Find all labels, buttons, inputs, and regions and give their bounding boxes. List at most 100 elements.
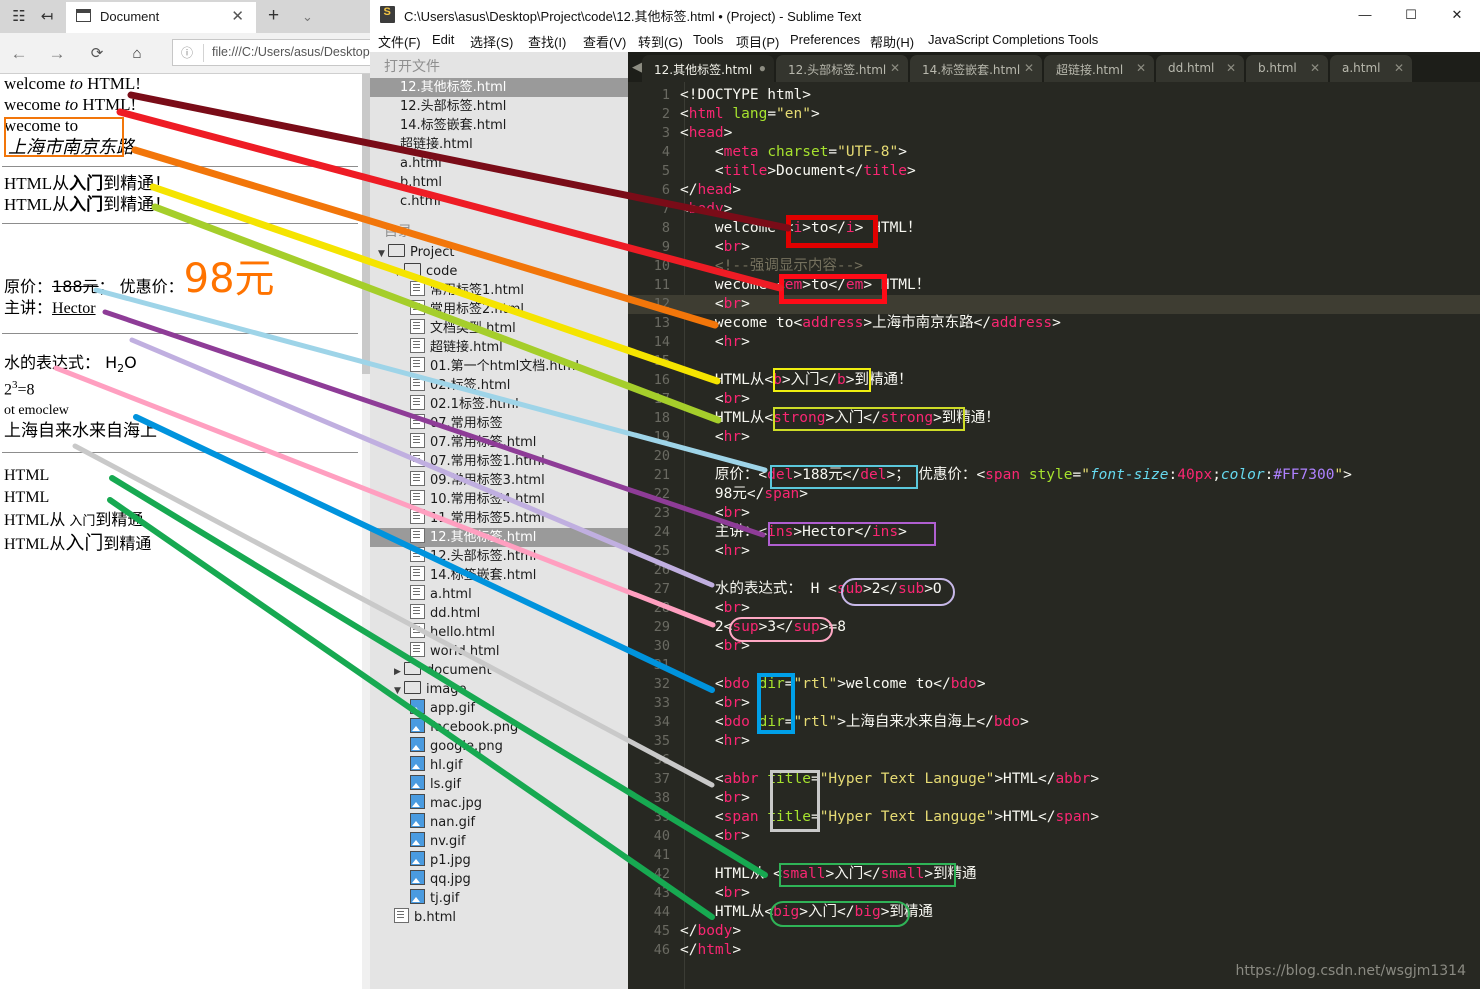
- code-line[interactable]: 45 </body>: [628, 922, 1480, 941]
- code-line[interactable]: 33 <br>: [628, 694, 1480, 713]
- info-icon[interactable]: ⓘ: [181, 44, 193, 61]
- code-line[interactable]: 40 <br>: [628, 827, 1480, 846]
- set-tabs-aside-icon[interactable]: ↤: [36, 6, 58, 28]
- code-line[interactable]: 5 <title>Document</title>: [628, 162, 1480, 181]
- sidebar[interactable]: 打开文件 12.其他标签.html 12.头部标签.html 14.标签嵌套.htm…: [370, 52, 628, 989]
- code-line[interactable]: 9 <br>: [628, 238, 1480, 257]
- code-line[interactable]: 19 <hr>: [628, 428, 1480, 447]
- file-item[interactable]: 文档类型.html: [370, 319, 628, 338]
- open-file-item[interactable]: 12.头部标签.html: [370, 97, 628, 116]
- file-item[interactable]: google.png: [370, 737, 628, 756]
- code-line[interactable]: 43 <br>: [628, 884, 1480, 903]
- menu-item-8[interactable]: Preferences: [790, 32, 860, 47]
- code-line[interactable]: 20: [628, 447, 1480, 466]
- code-line[interactable]: 42 HTML从 <small>入门</small>到精通: [628, 865, 1480, 884]
- code-line[interactable]: 8 welcome <i>to</i> HTML！: [628, 219, 1480, 238]
- code-line[interactable]: 21 原价：<del>188元</del>； 优惠价：<span style="…: [628, 466, 1480, 485]
- new-tab-button[interactable]: +: [268, 6, 279, 25]
- file-item[interactable]: p1.jpg: [370, 851, 628, 870]
- code-line[interactable]: 24 主讲：<ins>Hector</ins>: [628, 523, 1480, 542]
- editor-tab-0[interactable]: 12.其他标签.html ●: [642, 55, 774, 82]
- folder-item[interactable]: ▶ document: [370, 661, 628, 680]
- file-item[interactable]: 01.第一个html文档.html: [370, 357, 628, 376]
- code-line[interactable]: 15: [628, 352, 1480, 371]
- close-icon[interactable]: ✕: [1394, 61, 1404, 75]
- close-button[interactable]: ✕: [1434, 0, 1480, 30]
- file-item[interactable]: 02.1标签.html: [370, 395, 628, 414]
- file-item[interactable]: 02.标签.html: [370, 376, 628, 395]
- menu-item-0[interactable]: 文件(F): [378, 32, 421, 51]
- file-item[interactable]: hl.gif: [370, 756, 628, 775]
- code-line[interactable]: 10 <!--强调显示内容-->: [628, 257, 1480, 276]
- code-line[interactable]: 37 <abbr title="Hyper Text Languge">HTML…: [628, 770, 1480, 789]
- open-file-item[interactable]: 14.标签嵌套.html: [370, 116, 628, 135]
- code-line[interactable]: 44 HTML从<big>入门</big>到精通: [628, 903, 1480, 922]
- menu-item-10[interactable]: JavaScript Completions Tools: [928, 32, 1098, 47]
- file-item[interactable]: tj.gif: [370, 889, 628, 908]
- file-item[interactable]: 07.常用标签1.html: [370, 452, 628, 471]
- close-icon[interactable]: ✕: [890, 61, 900, 75]
- address-bar[interactable]: ⓘ file:///C:/Users/asus/Desktop,: [172, 39, 370, 66]
- open-file-item[interactable]: b.html: [370, 173, 628, 192]
- open-file-item[interactable]: a.html: [370, 154, 628, 173]
- tab-preview-icon[interactable]: ☷: [8, 6, 30, 28]
- open-file-item[interactable]: 超链接.html: [370, 135, 628, 154]
- maximize-button[interactable]: ☐: [1388, 0, 1434, 30]
- open-file-item[interactable]: c.html: [370, 192, 628, 211]
- file-item[interactable]: a.html: [370, 585, 628, 604]
- editor-tab-1[interactable]: 12.头部标签.html ✕: [776, 55, 908, 82]
- open-file-item[interactable]: 12.其他标签.html: [370, 78, 628, 97]
- file-item[interactable]: 14.标签嵌套.html: [370, 566, 628, 585]
- menu-item-3[interactable]: 查找(I): [528, 32, 566, 51]
- close-icon[interactable]: ✕: [1136, 61, 1146, 75]
- menu-item-2[interactable]: 选择(S): [470, 32, 513, 51]
- menu-item-5[interactable]: 转到(G): [638, 32, 683, 51]
- code-line[interactable]: 13 wecome to<address>上海市南京东路</address>: [628, 314, 1480, 333]
- home-icon[interactable]: ⌂: [124, 41, 150, 67]
- menu-item-9[interactable]: 帮助(H): [870, 32, 914, 51]
- menu-item-1[interactable]: Edit: [432, 32, 454, 47]
- file-item[interactable]: hello.html: [370, 623, 628, 642]
- code-line[interactable]: 34 <bdo dir="rtl">上海自来水来自海上</bdo>: [628, 713, 1480, 732]
- folder-item[interactable]: ▼ image: [370, 680, 628, 699]
- folder-tree[interactable]: ▼ Project ▼ code 常用标签1.html 常用标签2.html 文档类型.ht…: [370, 243, 628, 927]
- code-line[interactable]: 17 <br>: [628, 390, 1480, 409]
- close-icon[interactable]: ✕: [1226, 61, 1236, 75]
- code-line[interactable]: 14 <hr>: [628, 333, 1480, 352]
- code-line[interactable]: 36: [628, 751, 1480, 770]
- browser-tab-document[interactable]: Document ✕: [66, 2, 256, 33]
- scrollbar-thumb[interactable]: [362, 74, 370, 374]
- code-line[interactable]: 25 <hr>: [628, 542, 1480, 561]
- code-line[interactable]: 28 <br>: [628, 599, 1480, 618]
- file-item[interactable]: qq.jpg: [370, 870, 628, 889]
- modified-icon[interactable]: ●: [759, 61, 766, 75]
- editor-tab-3[interactable]: 超链接.html ✕: [1044, 55, 1154, 82]
- editor-tab-4[interactable]: dd.html ✕: [1156, 55, 1244, 82]
- code-line[interactable]: 2 <html lang="en">: [628, 105, 1480, 124]
- file-item[interactable]: 09.常用标签3.html: [370, 471, 628, 490]
- file-item[interactable]: nan.gif: [370, 813, 628, 832]
- reload-icon[interactable]: ⟳: [84, 41, 110, 67]
- code-line[interactable]: 39 <span title="Hyper Text Languge">HTML…: [628, 808, 1480, 827]
- file-item[interactable]: world.html: [370, 642, 628, 661]
- code-line[interactable]: 18 HTML从<strong>入门</strong>到精通！: [628, 409, 1480, 428]
- forward-icon[interactable]: →: [44, 41, 70, 67]
- editor-tab-2[interactable]: 14.标签嵌套.html ✕: [910, 55, 1042, 82]
- code-line[interactable]: 3 <head>: [628, 124, 1480, 143]
- code-line[interactable]: 31: [628, 656, 1480, 675]
- close-icon[interactable]: ✕: [1310, 61, 1320, 75]
- file-item[interactable]: dd.html: [370, 604, 628, 623]
- code-line[interactable]: 7 <body>: [628, 200, 1480, 219]
- file-item[interactable]: 12.其他标签.html: [370, 528, 628, 547]
- menu-item-4[interactable]: 查看(V): [583, 32, 626, 51]
- file-item[interactable]: 10.常用标签4.html: [370, 490, 628, 509]
- file-item[interactable]: mac.jpg: [370, 794, 628, 813]
- editor-tab-6[interactable]: a.html ✕: [1330, 55, 1412, 82]
- file-item[interactable]: 07.常用标签: [370, 414, 628, 433]
- editor-tab-5[interactable]: b.html ✕: [1246, 55, 1328, 82]
- file-item[interactable]: 常用标签2.html: [370, 300, 628, 319]
- file-item[interactable]: ls.gif: [370, 775, 628, 794]
- code-line[interactable]: 41: [628, 846, 1480, 865]
- code-line[interactable]: 1 <!DOCTYPE html>: [628, 86, 1480, 105]
- code-line[interactable]: 11 wecome <em>to</em> HTML！: [628, 276, 1480, 295]
